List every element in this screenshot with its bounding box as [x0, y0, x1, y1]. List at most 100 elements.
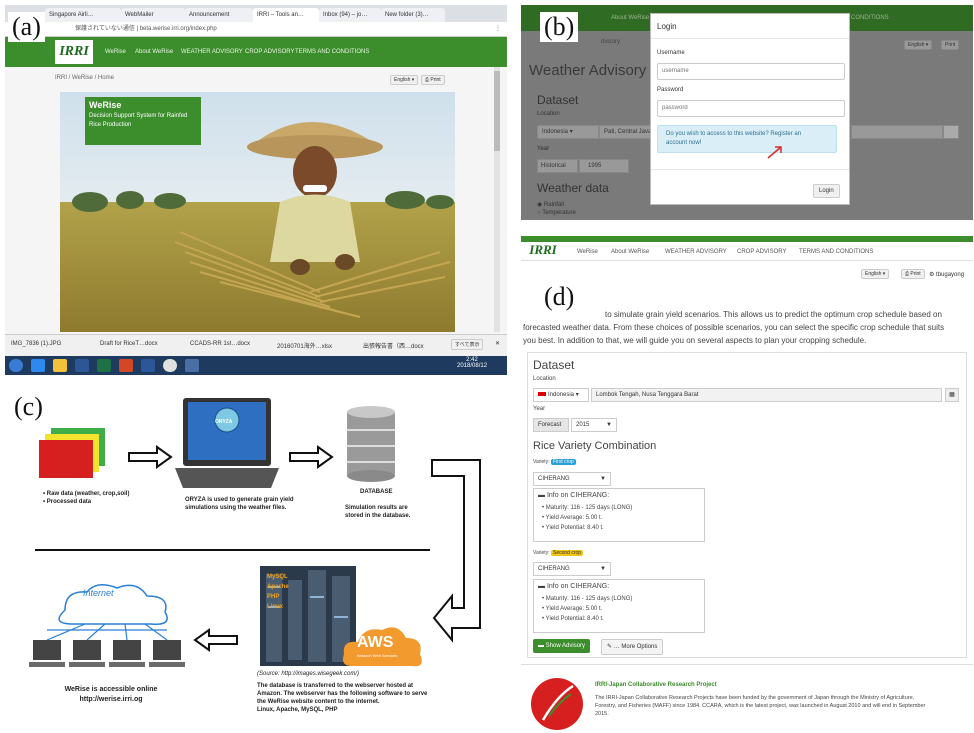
year-select[interactable]: 2015 ▼ [571, 418, 617, 432]
download-item[interactable]: 出張報告書（西…docx [363, 341, 424, 350]
label-php: PHP [267, 594, 280, 600]
register-msg-2[interactable]: account now! [666, 140, 701, 146]
download-item[interactable]: IMG_7836 (1).JPG [11, 341, 61, 347]
download-item[interactable]: CCADS-RR 1st…docx [190, 341, 250, 347]
taskbar-clock: 2:42 2018/08/12 [457, 357, 487, 369]
forecast-button[interactable]: Forecast [533, 418, 569, 432]
arrow-down-left-icon [431, 459, 481, 643]
browser-tab[interactable]: Announcement [185, 8, 253, 22]
panel-d-crop-advisory: IRRI WeRise About WeRise WEATHER ADVISOR… [521, 236, 973, 733]
register-msg-1[interactable]: Do you wish to access to this website? R… [666, 131, 801, 137]
nav-werise[interactable]: WeRise [577, 249, 598, 255]
region-field-dimmed-right [851, 125, 943, 139]
info-title-text-1: Info on CIHERANG: [546, 492, 610, 499]
software-stack-labels: MySQL Apache PHP Linux [267, 572, 289, 612]
password-input[interactable] [657, 100, 845, 117]
intro-line-2: forecasted weather data. From these choi… [523, 323, 945, 332]
rice-variety-heading: Rice Variety Combination [533, 440, 657, 452]
browser-tab[interactable]: Singapore Airli… [45, 8, 121, 22]
clock-date: 2018/08/12 [457, 363, 488, 369]
breadcrumb[interactable]: IRRI / WeRise / Home [55, 75, 114, 81]
info-title-2: ▬ Info on CIHERANG: [538, 583, 610, 590]
ie-icon[interactable] [31, 359, 45, 372]
nav-about[interactable]: About WeRise [611, 249, 649, 255]
raw-data-text: • Raw data (weather, crop,soil) • Proces… [43, 490, 129, 506]
nav-terms[interactable]: TERMS AND CONDITIONS [295, 49, 369, 55]
variety-select-2[interactable]: CIHERANG ▼ [533, 562, 611, 576]
show-all-button[interactable]: すべて表示 [451, 339, 484, 350]
address-bar[interactable]: 保護されていない通信 | beta.werise.irri.org/index.… [5, 22, 507, 37]
browser-tab[interactable]: WebMailer [121, 8, 185, 22]
powerpoint-icon[interactable] [119, 359, 133, 372]
country-select[interactable]: Indonesia ▾ [533, 388, 589, 402]
page-title: Weather Advisory [529, 62, 647, 79]
top-green-strip [521, 236, 973, 242]
outlook-icon[interactable] [75, 359, 89, 372]
variety-label-1: Variety: First crop [533, 459, 576, 465]
aws-desc-3: the WeRise website content to the intern… [257, 699, 380, 705]
language-button[interactable]: English ▾ [861, 269, 890, 279]
oryza-desc-1: ORYZA is used to generate grain yield [185, 497, 294, 503]
nav-weather-advisory[interactable]: WEATHER ADVISORY [181, 49, 243, 55]
browser-tab[interactable]: Inbox (94) – jo… [319, 8, 381, 22]
dataset-heading: Dataset [537, 93, 579, 107]
year-label: Year [537, 146, 550, 152]
password-label: Password [657, 87, 684, 93]
show-advisory-button[interactable]: ▬ Show Advisory [533, 639, 591, 653]
nav-about[interactable]: About WeRise [135, 49, 173, 55]
print-button[interactable]: ⎙ Print [421, 75, 445, 85]
chrome-icon[interactable] [163, 359, 177, 372]
label-linux: Linux [267, 604, 283, 610]
chevron-down-icon: ▼ [600, 476, 606, 482]
aws-desc-4: Linux, Apache, MySQL, PHP [257, 707, 338, 713]
aws-desc-1: The database is transferred to the webse… [257, 683, 414, 689]
aws-description: The database is transferred to the webse… [257, 682, 427, 714]
app-icon[interactable] [185, 359, 199, 372]
word-icon[interactable] [141, 359, 155, 372]
nav-weather-advisory[interactable]: WEATHER ADVISORY [665, 249, 727, 255]
collab-title: IRRI-Japan Collaborative Research Projec… [595, 682, 717, 688]
variety-value-2: CIHERANG [538, 566, 570, 572]
region-field[interactable]: Lombok Tengah, Nusa Tenggara Barat [591, 388, 942, 402]
more-options-label: … More Options [613, 644, 658, 650]
oryza-description: ORYZA is used to generate grain yield si… [185, 496, 294, 512]
print-button[interactable]: ⎙ Print [901, 269, 925, 279]
first-crop-badge: First crop [550, 459, 576, 465]
map-icon[interactable]: ▦ [945, 388, 959, 402]
nav-terms[interactable]: TERMS AND CONDITIONS [799, 249, 873, 255]
year-label: Year [533, 406, 546, 412]
start-icon[interactable] [9, 359, 23, 372]
scrollbar[interactable] [494, 67, 500, 332]
close-icon[interactable]: ✕ [495, 340, 500, 347]
dataset-heading: Dataset [533, 358, 575, 372]
variety-value-1: CIHERANG [538, 476, 570, 482]
panel-b-login: About WeRise CONDITIONS dvisory English … [521, 5, 973, 220]
user-menu[interactable]: ⚙ tbugayong [929, 271, 964, 278]
nav-werise[interactable]: WeRise [105, 49, 126, 55]
folder-icon[interactable] [53, 359, 67, 372]
download-item[interactable]: 20160701海外…xlsx [277, 341, 332, 350]
country-value: Indonesia ▾ [548, 392, 579, 398]
login-button[interactable]: Login [813, 184, 840, 198]
language-button[interactable]: English ▾ [390, 75, 419, 85]
scrollbar-thumb[interactable] [494, 71, 500, 151]
browser-menu-icon[interactable]: ⋮ [495, 22, 501, 36]
database-icon [347, 406, 395, 482]
info-title-1: ▬ Info on CIHERANG: [538, 492, 610, 499]
laptop-icon [175, 398, 279, 488]
excel-icon[interactable] [97, 359, 111, 372]
browser-tab-active[interactable]: IRRI – Tools an… [253, 8, 319, 22]
nav-crop-advisory[interactable]: CROP ADVISORY [245, 49, 294, 55]
nav-crop-advisory[interactable]: CROP ADVISORY [737, 249, 786, 255]
username-input[interactable] [657, 63, 845, 80]
browser-tab[interactable]: New folder (3)… [381, 8, 445, 22]
more-options-button[interactable]: ✎ … More Options [601, 639, 664, 655]
variety-select-1[interactable]: CIHERANG ▼ [533, 472, 611, 486]
collab-description: The IRRI-Japan Collaborative Research Pr… [595, 694, 967, 718]
user-name: tbugayong [936, 272, 965, 278]
username-label: Username [657, 50, 685, 56]
collab-project-logo [531, 678, 583, 730]
download-item[interactable]: Draft for RiceT…docx [100, 341, 158, 347]
irri-logo[interactable]: IRRI [55, 40, 93, 64]
irri-logo[interactable]: IRRI [523, 240, 563, 260]
